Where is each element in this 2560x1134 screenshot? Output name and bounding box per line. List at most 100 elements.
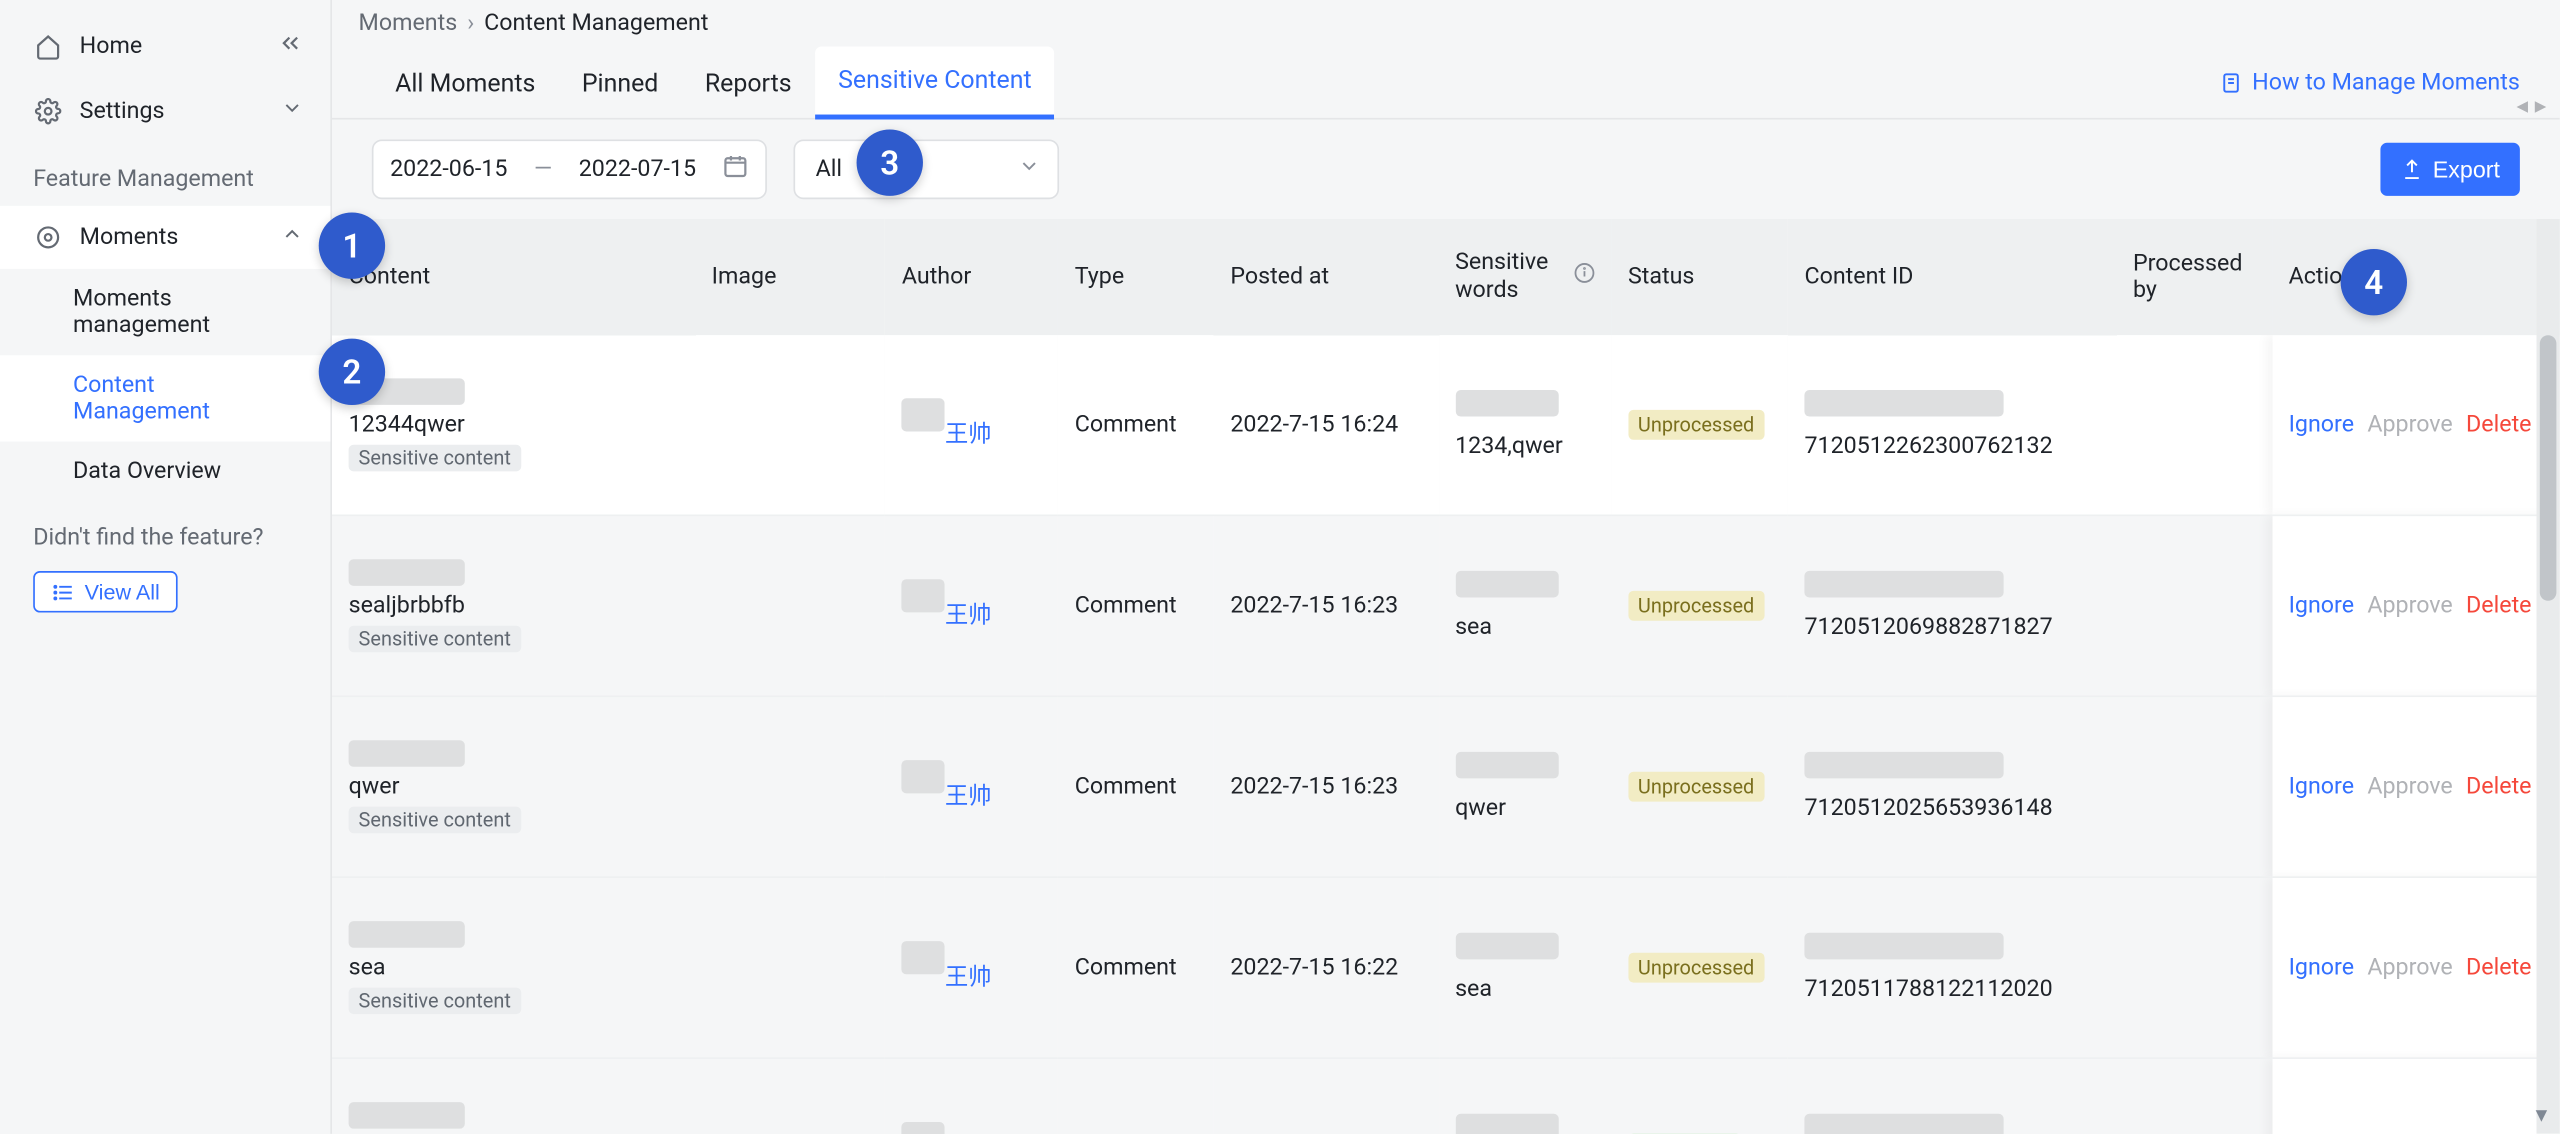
content-table: Content Image Author Type Posted at Sens… [332, 219, 2560, 1134]
sens-placeholder [1455, 1113, 1558, 1134]
content-text: qwer [349, 773, 679, 800]
filter-select-value: All [816, 156, 842, 183]
sidebar-item-settings[interactable]: Settings [0, 80, 330, 143]
sidebar-label-home: Home [80, 33, 143, 60]
view-all-button[interactable]: View All [33, 571, 178, 613]
date-dash: — [534, 156, 552, 183]
sensitive-content-tag: Sensitive content [349, 987, 521, 1014]
tab-reports[interactable]: Reports [682, 46, 815, 119]
type-cell: Comment [1058, 1058, 1214, 1134]
content-text: 12344qwer [349, 411, 679, 438]
author-link[interactable]: 王帅 [945, 417, 991, 450]
processed-by-cell: 东博林 [2116, 1058, 2272, 1134]
author-link[interactable]: 王帅 [945, 960, 991, 993]
delete-action[interactable]: Delete [2466, 411, 2531, 438]
collapse-sidebar-icon[interactable] [277, 30, 304, 63]
sidebar-item-moments-management[interactable]: Moments management [0, 269, 330, 355]
sens-placeholder [1455, 389, 1558, 416]
date-to: 2022-07-15 [579, 156, 696, 183]
table-wrap: Content Image Author Type Posted at Sens… [332, 219, 2560, 1134]
approve-action[interactable]: Approve [2367, 592, 2452, 619]
ignore-action[interactable]: Ignore [2289, 954, 2354, 981]
col-content-id: Content ID [1788, 219, 2116, 335]
processed-by-cell [2116, 877, 2272, 1058]
table-row: 12344qwerSensitive content王帅Comment2022-… [332, 335, 2560, 515]
ignore-action[interactable]: Ignore [2289, 773, 2354, 800]
help-link[interactable]: How to Manage Moments [2219, 69, 2520, 96]
tab-pinned[interactable]: Pinned [559, 46, 682, 119]
avatar-placeholder [902, 941, 945, 974]
processed-by-link[interactable]: 东博林 [2133, 1131, 2203, 1133]
sidebar-item-data-overview[interactable]: Data Overview [0, 442, 330, 502]
scroll-right-icon[interactable]: ▸ [2535, 93, 2547, 120]
sidebar-item-moments[interactable]: Moments [0, 206, 330, 269]
avatar-placeholder [902, 579, 945, 612]
sensitive-words: sea [1455, 975, 1595, 1002]
author-link[interactable]: 王帅 [945, 779, 991, 812]
info-icon[interactable] [1573, 262, 1595, 292]
scroll-left-icon[interactable]: ◂ [2516, 93, 2528, 120]
tab-all-moments[interactable]: All Moments [372, 46, 559, 119]
avatar-placeholder [902, 399, 945, 432]
sensitive-words: 1234,qwer [1455, 433, 1595, 460]
tab-sensitive-content[interactable]: Sensitive Content [815, 46, 1055, 119]
breadcrumb-moments[interactable]: Moments [359, 10, 458, 37]
col-sens-label: Sensitive words [1455, 249, 1566, 305]
posted-at-cell: 2022-7-15 16:24 [1214, 335, 1439, 515]
content-text: sealjbrbbfb [349, 592, 679, 619]
posted-at-cell: 2022-7-15 16:22 [1214, 877, 1439, 1058]
processed-by-cell [2116, 696, 2272, 877]
content-id: 7120512025653936148 [1804, 794, 2099, 821]
table-row: qwerSensitive content王帅Comment2022-7-15 … [332, 696, 2560, 877]
approve-action[interactable]: Approve [2367, 773, 2452, 800]
processed-by-cell [2116, 335, 2272, 515]
breadcrumb-content-management: Content Management [484, 10, 708, 37]
approve-action[interactable]: Approve [2367, 954, 2452, 981]
posted-at-cell: 2022-7-15 16:23 [1214, 515, 1439, 696]
vertical-scrollbar[interactable] [2536, 219, 2559, 1134]
sens-placeholder [1455, 751, 1558, 778]
sidebar-item-home[interactable]: Home [0, 13, 330, 79]
delete-action[interactable]: Delete [2466, 773, 2531, 800]
sens-placeholder [1455, 932, 1558, 959]
ignore-action[interactable]: Ignore [2289, 592, 2354, 619]
author-link[interactable]: 王帅 [945, 598, 991, 631]
content-id: 7120512262300762132 [1804, 433, 2099, 460]
delete-action[interactable]: Delete [2466, 954, 2531, 981]
sidebar-item-content-management[interactable]: Content Management [0, 355, 330, 441]
content-preview-placeholder [349, 740, 465, 767]
view-all-label: View All [85, 579, 160, 604]
delete-action[interactable]: Delete [2466, 592, 2531, 619]
ignore-action[interactable]: Ignore [2289, 411, 2354, 438]
date-range-input[interactable]: 2022-06-15 — 2022-07-15 [372, 139, 768, 199]
col-author: Author [885, 219, 1058, 335]
sidebar-label-moments: Moments [80, 224, 179, 251]
content-id: 7120512069882871827 [1804, 614, 2099, 641]
filter-select[interactable]: All [794, 139, 1060, 199]
image-cell [695, 515, 885, 696]
export-button[interactable]: Export [2380, 143, 2520, 196]
scroll-down-icon[interactable]: ▾ [2523, 1097, 2560, 1134]
annotation-badge-2: 2 [319, 339, 385, 405]
approve-action[interactable]: Approve [2367, 411, 2452, 438]
chevron-down-icon [1018, 154, 1041, 184]
type-cell: Comment [1058, 515, 1214, 696]
sidebar: Home Settings Feature Management Moments [0, 0, 332, 1134]
image-cell [695, 1058, 885, 1134]
col-image: Image [695, 219, 885, 335]
col-status: Status [1611, 219, 1788, 335]
cid-placeholder [1804, 570, 2003, 597]
filter-bar: 2022-06-15 — 2022-07-15 All Export [332, 120, 2560, 220]
document-icon [2219, 71, 2242, 94]
calendar-icon [723, 153, 750, 186]
image-cell [695, 335, 885, 515]
chevron-down-icon [281, 96, 304, 126]
cid-placeholder [1804, 1113, 2003, 1134]
home-icon [33, 32, 63, 62]
main-area: Moments › Content Management All Moments… [332, 0, 2560, 1134]
help-link-label: How to Manage Moments [2252, 69, 2520, 96]
status-badge: Unprocessed [1628, 771, 1764, 801]
breadcrumb-separator: › [467, 10, 474, 37]
posted-at-cell: 2022-7-15 16:23 [1214, 696, 1439, 877]
scrollbar-thumb[interactable] [2540, 335, 2557, 601]
